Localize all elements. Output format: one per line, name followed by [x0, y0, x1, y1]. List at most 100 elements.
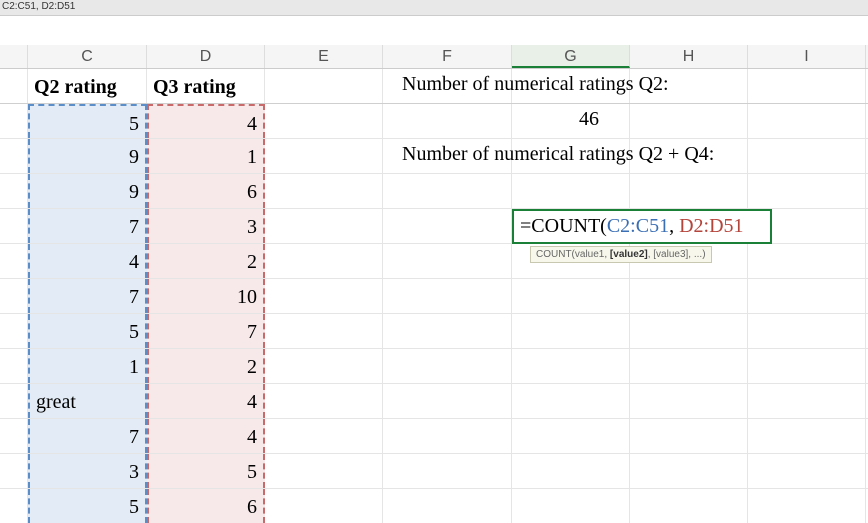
value-q2-count[interactable]: 46 — [564, 108, 614, 131]
cell[interactable] — [630, 314, 748, 348]
cell-d[interactable]: 4 — [147, 384, 265, 418]
formula-tooltip[interactable]: COUNT(value1, [value2], [value3], ...) — [530, 246, 712, 263]
cell[interactable] — [265, 69, 383, 103]
cell[interactable] — [265, 244, 383, 278]
cell[interactable] — [265, 489, 383, 523]
cell[interactable] — [748, 454, 866, 488]
cell-d[interactable]: 4 — [147, 419, 265, 453]
name-box-value[interactable]: C2:C51, D2:D51 — [2, 1, 75, 12]
cell[interactable] — [0, 174, 28, 208]
col-header-i[interactable]: I — [748, 45, 866, 68]
label-q2-count[interactable]: Number of numerical ratings Q2: — [402, 73, 669, 96]
cell[interactable] — [630, 384, 748, 418]
cell[interactable] — [383, 489, 512, 523]
cell[interactable] — [265, 314, 383, 348]
cell-d[interactable]: 6 — [147, 489, 265, 523]
cell[interactable] — [0, 69, 28, 103]
cell[interactable] — [383, 279, 512, 313]
cell[interactable] — [0, 489, 28, 523]
cell-d[interactable]: 7 — [147, 314, 265, 348]
cell[interactable] — [630, 489, 748, 523]
cell[interactable] — [512, 419, 630, 453]
cell[interactable] — [383, 454, 512, 488]
col-header-h[interactable]: H — [630, 45, 748, 68]
cell[interactable] — [748, 139, 866, 173]
cell[interactable] — [512, 314, 630, 348]
cell[interactable] — [512, 279, 630, 313]
cell[interactable] — [0, 244, 28, 278]
cell[interactable] — [748, 489, 866, 523]
cell-c[interactable]: 7 — [28, 279, 147, 313]
cell[interactable] — [512, 349, 630, 383]
cell[interactable] — [383, 209, 512, 243]
cell[interactable] — [512, 489, 630, 523]
cell[interactable] — [748, 419, 866, 453]
col-header-d[interactable]: D — [147, 45, 265, 68]
cell[interactable] — [0, 104, 28, 138]
cell-c[interactable]: 5 — [28, 314, 147, 348]
cell-d[interactable]: 2 — [147, 244, 265, 278]
cell[interactable] — [265, 279, 383, 313]
cell[interactable] — [0, 419, 28, 453]
cell[interactable] — [265, 419, 383, 453]
cell[interactable] — [265, 104, 383, 138]
col-header-e[interactable]: E — [265, 45, 383, 68]
cell-c1[interactable]: Q2 rating — [28, 69, 147, 103]
cell[interactable] — [0, 454, 28, 488]
cell[interactable] — [383, 384, 512, 418]
cell-c[interactable]: 3 — [28, 454, 147, 488]
cell-d[interactable]: 2 — [147, 349, 265, 383]
cell[interactable] — [0, 314, 28, 348]
cell[interactable] — [630, 349, 748, 383]
cell[interactable] — [748, 384, 866, 418]
cell-c[interactable]: 7 — [28, 419, 147, 453]
cell[interactable] — [383, 314, 512, 348]
cell-c[interactable]: 5 — [28, 489, 147, 523]
cell[interactable] — [630, 454, 748, 488]
cell[interactable] — [512, 384, 630, 418]
cell[interactable] — [383, 174, 512, 208]
cell-d[interactable]: 4 — [147, 104, 265, 138]
col-header-blank[interactable] — [0, 45, 28, 68]
cell[interactable] — [748, 104, 866, 138]
cell-d[interactable]: 5 — [147, 454, 265, 488]
cell[interactable] — [630, 174, 748, 208]
cell[interactable] — [383, 349, 512, 383]
cell[interactable] — [512, 454, 630, 488]
cell[interactable] — [265, 174, 383, 208]
cell[interactable] — [0, 279, 28, 313]
cell[interactable] — [748, 349, 866, 383]
cell[interactable] — [630, 279, 748, 313]
cell[interactable] — [0, 349, 28, 383]
cell[interactable] — [383, 419, 512, 453]
col-header-g[interactable]: G — [512, 45, 630, 68]
cell[interactable] — [383, 244, 512, 278]
cell-d[interactable]: 1 — [147, 139, 265, 173]
cell[interactable] — [0, 209, 28, 243]
cell[interactable] — [0, 384, 28, 418]
cell-c[interactable]: 9 — [28, 139, 147, 173]
label-q2q4-count[interactable]: Number of numerical ratings Q2 + Q4: — [402, 143, 714, 166]
cell[interactable] — [748, 244, 866, 278]
cell[interactable] — [630, 104, 748, 138]
cell-c[interactable]: 5 — [28, 104, 147, 138]
cell-d[interactable]: 6 — [147, 174, 265, 208]
cell[interactable] — [512, 174, 630, 208]
cell-c[interactable]: 7 — [28, 209, 147, 243]
cell-c[interactable]: 9 — [28, 174, 147, 208]
cell[interactable] — [630, 419, 748, 453]
cell-c[interactable]: great — [28, 384, 147, 418]
cell[interactable] — [748, 314, 866, 348]
col-header-f[interactable]: F — [383, 45, 512, 68]
cell[interactable] — [265, 454, 383, 488]
cell[interactable] — [0, 139, 28, 173]
grid-body[interactable]: Q2 rating Q3 rating Number of numerical … — [0, 69, 868, 523]
cell[interactable] — [748, 69, 866, 103]
col-header-c[interactable]: C — [28, 45, 147, 68]
active-formula-cell[interactable]: =COUNT(C2:C51, D2:D51 — [512, 209, 772, 244]
cell[interactable] — [265, 209, 383, 243]
cell[interactable] — [383, 104, 512, 138]
cell[interactable] — [265, 384, 383, 418]
cell[interactable] — [748, 174, 866, 208]
cell-d[interactable]: 3 — [147, 209, 265, 243]
